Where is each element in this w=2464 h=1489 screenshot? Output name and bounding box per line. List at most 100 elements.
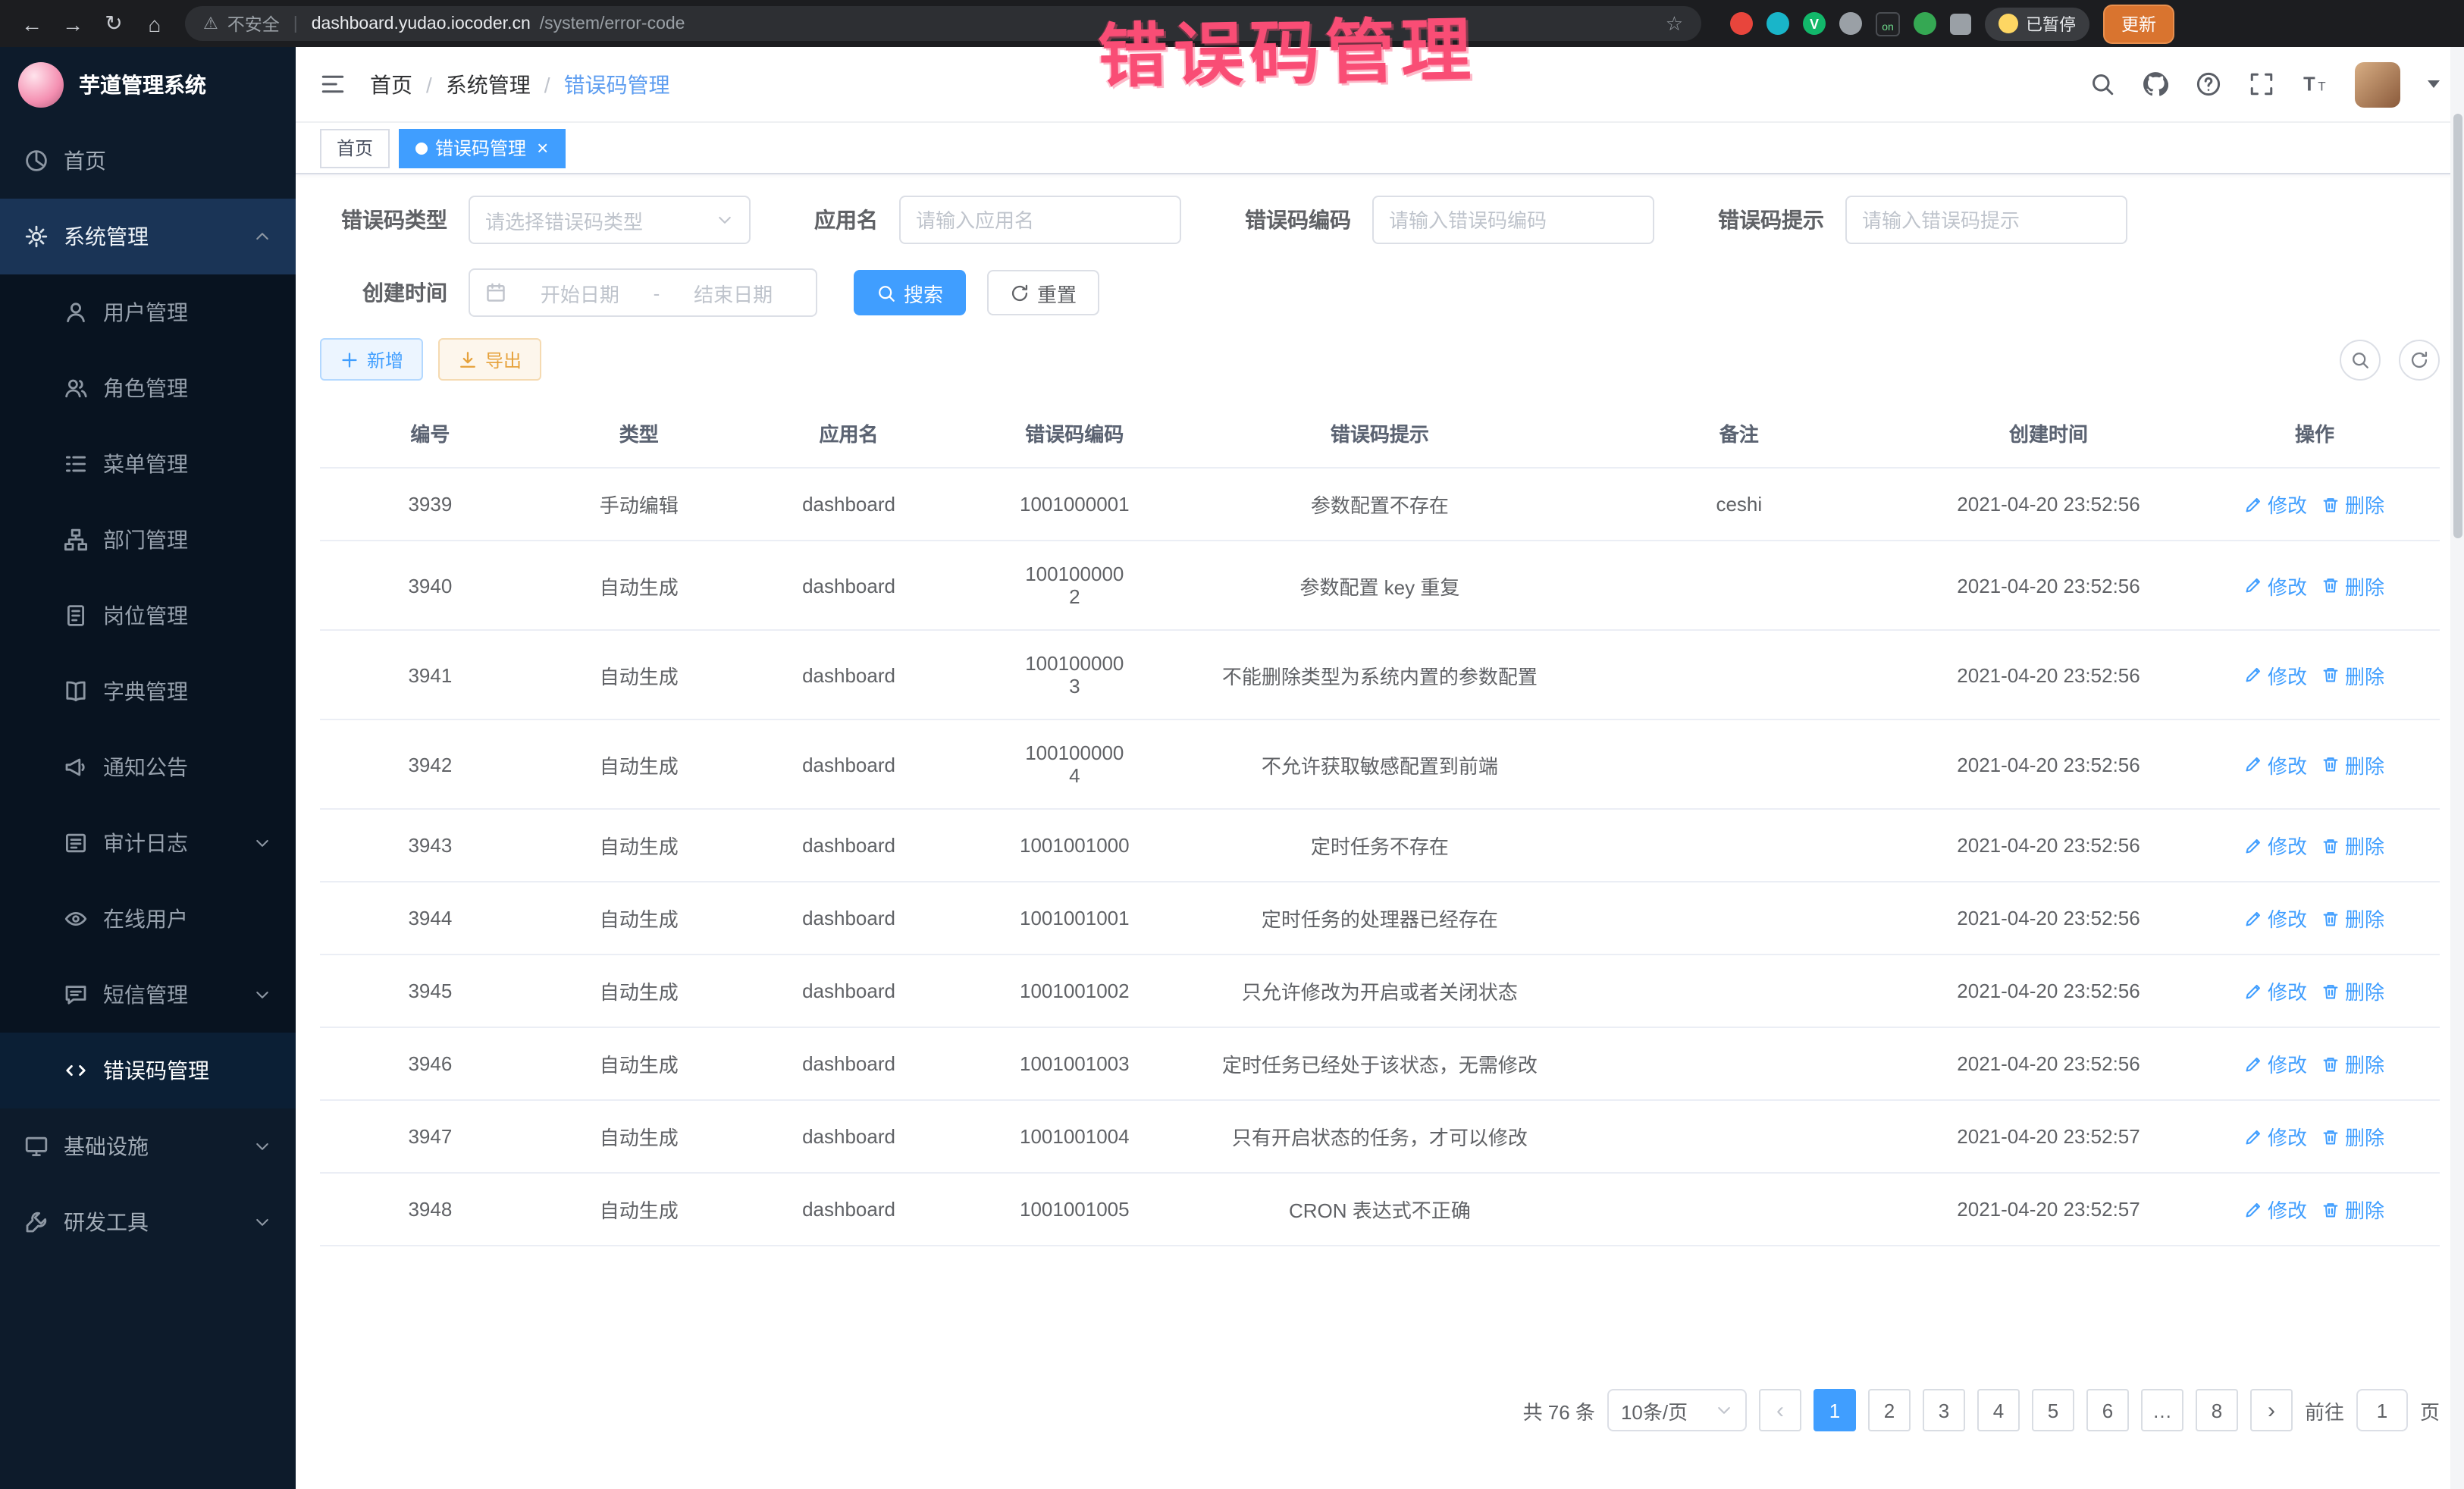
- breadcrumb-home[interactable]: 首页: [370, 69, 412, 99]
- sidebar-item-dept[interactable]: 部门管理: [0, 502, 296, 578]
- delete-link[interactable]: 删除: [2322, 1195, 2384, 1224]
- edit-link[interactable]: 修改: [2245, 750, 2307, 779]
- breadcrumb-system[interactable]: 系统管理: [446, 69, 531, 99]
- goto-page-input[interactable]: [2356, 1389, 2408, 1431]
- scrollbar-thumb[interactable]: [2453, 114, 2462, 538]
- sidebar-item-label: 在线用户: [103, 904, 188, 934]
- reset-button[interactable]: 重置: [987, 270, 1099, 315]
- export-button[interactable]: 导出: [438, 338, 541, 381]
- page-button-2[interactable]: 2: [1868, 1389, 1911, 1431]
- cell-code: 1001001003: [960, 1027, 1189, 1100]
- error-type-select[interactable]: 请选择错误码类型: [469, 196, 751, 244]
- tab-error-code[interactable]: 错误码管理 ×: [399, 128, 565, 168]
- edit-link[interactable]: 修改: [2245, 976, 2307, 1005]
- paused-badge[interactable]: 已暂停: [1985, 7, 2089, 40]
- search-icon[interactable]: [2089, 71, 2115, 97]
- error-hint-input[interactable]: [1845, 196, 2127, 244]
- github-icon[interactable]: [2143, 71, 2168, 97]
- refresh-icon[interactable]: [2399, 339, 2440, 380]
- sidebar-item-infra[interactable]: 基础设施: [0, 1108, 296, 1184]
- font-size-icon[interactable]: TT: [2302, 71, 2328, 97]
- edit-link[interactable]: 修改: [2245, 831, 2307, 860]
- edit-link[interactable]: 修改: [2245, 1195, 2307, 1224]
- page-button-6[interactable]: 6: [2086, 1389, 2129, 1431]
- search-icon: [876, 283, 896, 303]
- toggle-search-icon[interactable]: [2340, 339, 2381, 380]
- page-button-4[interactable]: 4: [1977, 1389, 2020, 1431]
- cell-type: 自动生成: [541, 1027, 738, 1100]
- browser-reload-icon[interactable]: ↻: [97, 7, 130, 40]
- sidebar-item-notice[interactable]: 通知公告: [0, 729, 296, 805]
- tab-home[interactable]: 首页: [320, 128, 390, 168]
- extension-icon-red[interactable]: [1730, 12, 1753, 35]
- date-range-picker[interactable]: 开始日期 - 结束日期: [469, 268, 817, 317]
- delete-link[interactable]: 删除: [2322, 750, 2384, 779]
- cell-ops: 修改 删除: [2190, 955, 2440, 1027]
- delete-link[interactable]: 删除: [2322, 1049, 2384, 1078]
- extensions-puzzle-icon[interactable]: [1950, 13, 1971, 34]
- hamburger-icon[interactable]: [320, 71, 346, 97]
- delete-link-label: 删除: [2345, 976, 2384, 1005]
- sidebar-item-online-user[interactable]: 在线用户: [0, 881, 296, 957]
- browser-forward-icon[interactable]: →: [56, 7, 89, 40]
- page-size-select[interactable]: 10条/页: [1607, 1389, 1747, 1431]
- paused-label: 已暂停: [2026, 11, 2076, 36]
- edit-link[interactable]: 修改: [2245, 660, 2307, 689]
- sidebar-item-post[interactable]: 岗位管理: [0, 578, 296, 654]
- close-icon[interactable]: ×: [537, 138, 548, 158]
- edit-link[interactable]: 修改: [2245, 904, 2307, 933]
- page-button-8[interactable]: 8: [2196, 1389, 2238, 1431]
- help-icon[interactable]: [2196, 71, 2221, 97]
- sidebar-item-sms[interactable]: 短信管理: [0, 957, 296, 1033]
- delete-link[interactable]: 删除: [2322, 490, 2384, 519]
- fullscreen-icon[interactable]: [2249, 71, 2274, 97]
- sidebar-item-menu[interactable]: 菜单管理: [0, 426, 296, 502]
- sidebar-item-label: 系统管理: [64, 221, 149, 252]
- edit-link[interactable]: 修改: [2245, 490, 2307, 519]
- edit-link[interactable]: 修改: [2245, 571, 2307, 600]
- user-avatar[interactable]: [2355, 61, 2400, 107]
- delete-link[interactable]: 删除: [2322, 571, 2384, 600]
- delete-link[interactable]: 删除: [2322, 976, 2384, 1005]
- delete-link[interactable]: 删除: [2322, 660, 2384, 689]
- sidebar-item-role[interactable]: 角色管理: [0, 350, 296, 426]
- menu-icon: [64, 452, 88, 476]
- extension-icon-v[interactable]: V: [1803, 12, 1826, 35]
- sidebar-item-system[interactable]: 系统管理: [0, 199, 296, 274]
- delete-link[interactable]: 删除: [2322, 831, 2384, 860]
- app-name-input[interactable]: [899, 196, 1181, 244]
- browser-update-button[interactable]: 更新: [2103, 4, 2174, 43]
- delete-link[interactable]: 删除: [2322, 1122, 2384, 1151]
- sidebar-item-devtools[interactable]: 研发工具: [0, 1184, 296, 1260]
- edit-link[interactable]: 修改: [2245, 1122, 2307, 1151]
- sidebar-item-audit-log[interactable]: 审计日志: [0, 805, 296, 881]
- delete-link[interactable]: 删除: [2322, 904, 2384, 933]
- chevron-down-icon[interactable]: [2428, 80, 2440, 88]
- edit-link[interactable]: 修改: [2245, 1049, 2307, 1078]
- address-bar[interactable]: ⚠ 不安全 | dashboard.yudao.iocoder.cn/syste…: [185, 6, 1701, 41]
- extension-on-badge[interactable]: on: [1876, 11, 1900, 36]
- next-page-button[interactable]: ›: [2250, 1389, 2293, 1431]
- sidebar-item-user[interactable]: 用户管理: [0, 274, 296, 350]
- add-button[interactable]: 新增: [320, 338, 423, 381]
- sidebar-item-home[interactable]: 首页: [0, 123, 296, 199]
- error-code-input[interactable]: [1372, 196, 1654, 244]
- scrollbar[interactable]: [2450, 47, 2464, 1489]
- edit-icon: [2245, 1200, 2263, 1218]
- prev-page-button[interactable]: ‹: [1759, 1389, 1801, 1431]
- search-button[interactable]: 搜索: [854, 270, 966, 315]
- bookmark-star-icon[interactable]: ☆: [1666, 11, 1683, 36]
- error-code-label: 错误码编码: [1245, 205, 1351, 235]
- page-button-1[interactable]: 1: [1814, 1389, 1856, 1431]
- logo[interactable]: 芋道管理系统: [0, 47, 296, 123]
- extension-icon-people[interactable]: [1839, 12, 1862, 35]
- extension-icon-teal[interactable]: [1766, 12, 1789, 35]
- page-button-5[interactable]: 5: [2032, 1389, 2074, 1431]
- sidebar-item-dict[interactable]: 字典管理: [0, 654, 296, 729]
- browser-back-icon[interactable]: ←: [15, 7, 49, 40]
- sidebar-item-error-code[interactable]: 错误码管理: [0, 1033, 296, 1108]
- page-button-3[interactable]: 3: [1923, 1389, 1965, 1431]
- browser-home-icon[interactable]: ⌂: [138, 7, 171, 40]
- extension-icon-green[interactable]: [1914, 12, 1936, 35]
- pagination-ellipsis[interactable]: …: [2141, 1389, 2183, 1431]
